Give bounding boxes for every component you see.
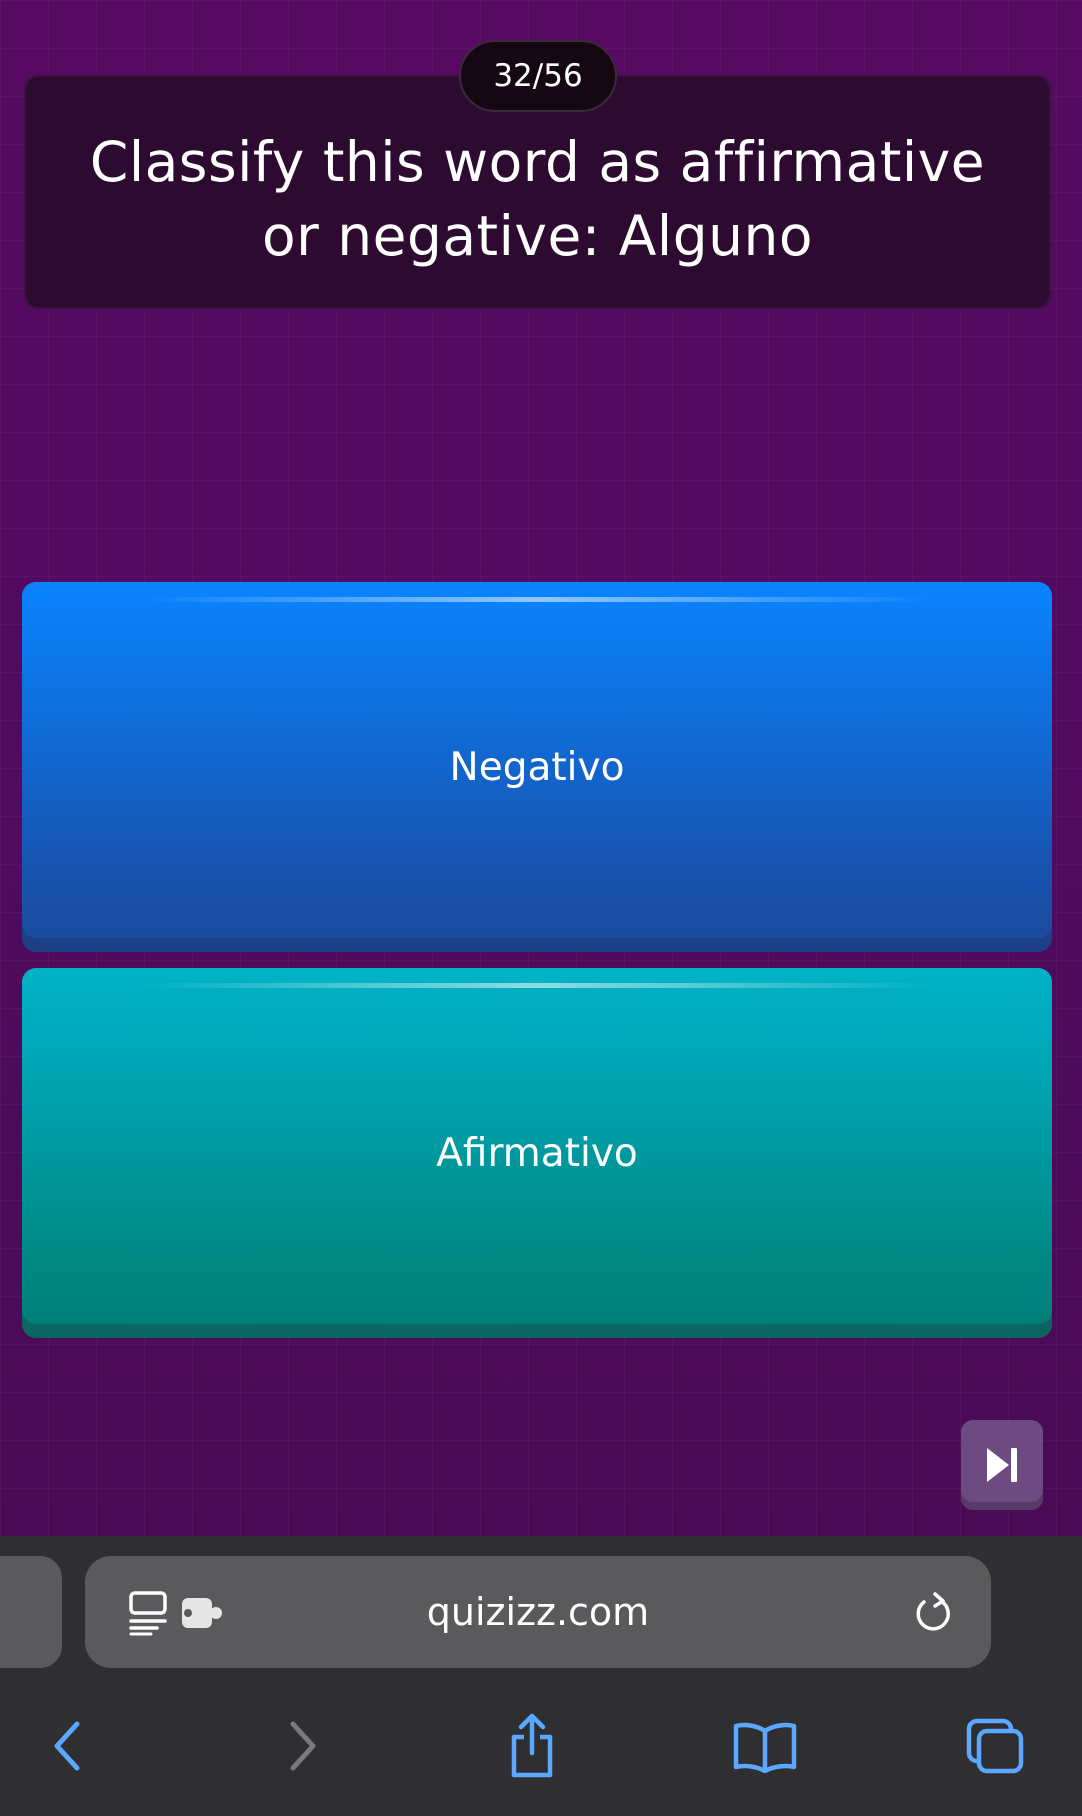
back-icon [54, 1721, 80, 1771]
share-icon [511, 1713, 553, 1778]
back-button[interactable] [22, 1696, 112, 1796]
bookmarks-icon [733, 1722, 797, 1773]
browser-toolbar: quizizz.com [0, 1536, 1082, 1816]
tabs-icon [966, 1718, 1024, 1774]
answer-label: Negativo [449, 744, 625, 790]
answer-option-afirmativo[interactable]: Afirmativo [22, 968, 1052, 1338]
url-text: quizizz.com [426, 1590, 650, 1634]
skip-button[interactable] [961, 1420, 1043, 1510]
forward-icon [290, 1721, 316, 1771]
reload-icon[interactable] [911, 1590, 955, 1636]
skip-forward-icon [987, 1448, 1017, 1482]
address-bar[interactable]: quizizz.com [85, 1556, 991, 1668]
quiz-stage: Classify this word as affirmative or neg… [0, 0, 1082, 1536]
answer-option-negativo[interactable]: Negativo [22, 582, 1052, 952]
question-counter: 32/56 [459, 40, 617, 112]
question-text: Classify this word as affirmative or neg… [89, 130, 986, 268]
tabs-button[interactable] [950, 1696, 1040, 1796]
answer-shine [142, 983, 932, 988]
share-button[interactable] [487, 1696, 577, 1796]
bookmarks-button[interactable] [720, 1696, 810, 1796]
browser-nav-row [0, 1696, 1082, 1796]
answer-shine [142, 597, 932, 602]
previous-tab-preview[interactable] [0, 1556, 62, 1668]
forward-button[interactable] [258, 1696, 348, 1796]
answer-label: Afirmativo [436, 1130, 638, 1176]
